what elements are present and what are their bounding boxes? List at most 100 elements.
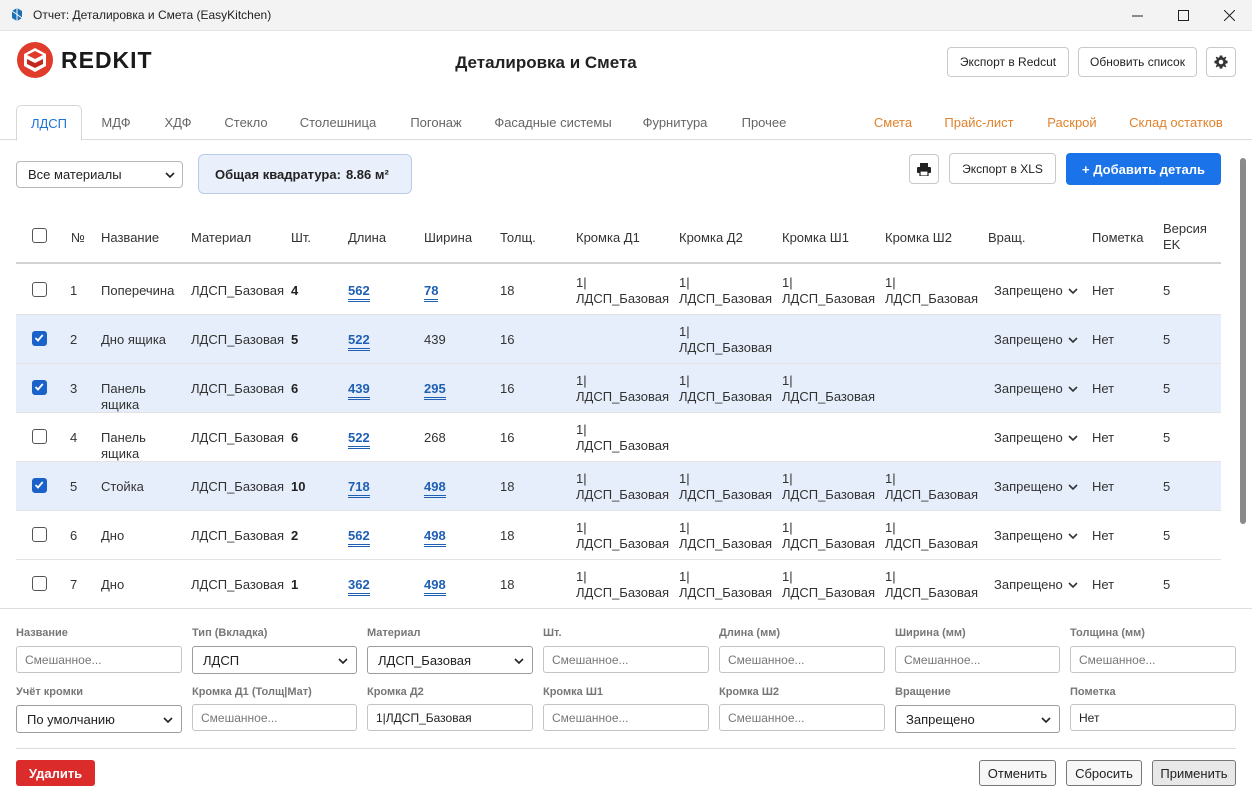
tab-mdf[interactable]: МДФ <box>90 105 142 140</box>
row-checkbox[interactable] <box>32 527 47 542</box>
col-length[interactable]: Длина <box>348 230 386 246</box>
row-checkbox[interactable] <box>32 576 47 591</box>
type-select[interactable]: ЛДСП <box>192 646 357 674</box>
tab-countertop[interactable]: Столешница <box>286 105 390 140</box>
tab-estimate[interactable]: Смета <box>863 105 923 140</box>
note-input[interactable]: Нет <box>1070 704 1236 731</box>
table-row[interactable]: 1 Поперечина ЛДСП_Базовая 4 562 78 18 1| ЛДСП_Ба… <box>16 266 1221 315</box>
row-version: 5 <box>1163 430 1171 445</box>
col-edge-w2[interactable]: Кромка Ш2 <box>885 230 952 246</box>
maximize-button[interactable] <box>1160 0 1206 31</box>
export-redcut-button[interactable]: Экспорт в Redcut <box>947 47 1069 77</box>
tab-ldsp[interactable]: ЛДСП <box>16 105 82 141</box>
print-button[interactable] <box>909 154 939 184</box>
tab-molding[interactable]: Погонаж <box>398 105 474 140</box>
row-length-link[interactable]: 362 <box>348 578 370 596</box>
tab-hardware[interactable]: Фурнитура <box>632 105 718 140</box>
col-rotation[interactable]: Вращ. <box>988 230 1025 246</box>
col-version[interactable]: Версия EK <box>1163 221 1213 253</box>
table-row[interactable]: 4 Панель ящика ЛДСП_Базовая 6 522 268 16 1| ЛДСП… <box>16 413 1221 462</box>
name-input[interactable]: Смешанное... <box>16 646 182 673</box>
minimize-button[interactable] <box>1114 0 1160 31</box>
material-select[interactable]: ЛДСП_Базовая <box>367 646 533 674</box>
add-detail-button[interactable]: + Добавить деталь <box>1066 153 1221 185</box>
table-row[interactable]: 6 Дно ЛДСП_Базовая 2 562 498 18 1| ЛДСП_Базовая 1… <box>16 511 1221 560</box>
thickness-input[interactable]: Смешанное... <box>1070 646 1236 673</box>
row-rotation-select[interactable]: Запрещено <box>994 479 1078 494</box>
col-material[interactable]: Материал <box>191 230 251 246</box>
row-length-link[interactable]: 522 <box>348 431 370 449</box>
col-edge-w1[interactable]: Кромка Ш1 <box>782 230 849 246</box>
row-rotation-select[interactable]: Запрещено <box>994 332 1078 347</box>
tab-glass[interactable]: Стекло <box>214 105 278 140</box>
qty-input[interactable]: Смешанное... <box>543 646 709 673</box>
col-num[interactable]: № <box>71 230 85 246</box>
row-checkbox[interactable] <box>32 429 47 444</box>
col-edge-d1[interactable]: Кромка Д1 <box>576 230 640 246</box>
settings-button[interactable] <box>1206 47 1236 77</box>
rotation-select[interactable]: Запрещено <box>895 705 1060 733</box>
width-input[interactable]: Смешанное... <box>895 646 1060 673</box>
qty-label: Шт. <box>543 627 562 639</box>
delete-button[interactable]: Удалить <box>16 760 95 786</box>
refresh-list-button[interactable]: Обновить список <box>1078 47 1197 77</box>
row-name: Панель ящика <box>101 381 146 412</box>
tab-price-list[interactable]: Прайс-лист <box>933 105 1025 140</box>
table-row[interactable]: 7 Дно ЛДСП_Базовая 1 362 498 18 1| ЛДСП_Базовая 1… <box>16 560 1221 608</box>
row-length-link[interactable]: 439 <box>348 382 370 400</box>
table-scrollbar[interactable] <box>1238 152 1247 602</box>
row-length-link[interactable]: 522 <box>348 333 370 351</box>
row-rotation-select[interactable]: Запрещено <box>994 577 1078 592</box>
row-width-link[interactable]: 295 <box>424 382 446 400</box>
row-width-link[interactable]: 78 <box>424 284 439 302</box>
row-edge-w2: 1| ЛДСП_Базовая <box>885 569 978 600</box>
tab-hdf[interactable]: ХДФ <box>150 105 206 140</box>
close-button[interactable] <box>1206 0 1252 31</box>
edge-w2-label: Кромка Ш2 <box>719 686 779 698</box>
col-thickness[interactable]: Толщ. <box>500 230 536 246</box>
tab-cutting[interactable]: Раскрой <box>1035 105 1109 140</box>
scrollbar-thumb[interactable] <box>1240 158 1246 524</box>
edge-w2-input[interactable]: Смешанное... <box>719 704 885 731</box>
row-length-link[interactable]: 562 <box>348 529 370 547</box>
row-material: ЛДСП_Базовая <box>191 283 284 298</box>
table-row[interactable]: 2 Дно ящика ЛДСП_Базовая 5 522 439 16 1| ЛДСП_Ба… <box>16 315 1221 364</box>
reset-button[interactable]: Сбросить <box>1066 760 1142 786</box>
col-edge-d2[interactable]: Кромка Д2 <box>679 230 743 246</box>
row-length-link[interactable]: 718 <box>348 480 370 498</box>
edge-mode-select[interactable]: По умолчанию <box>16 705 182 733</box>
tab-other[interactable]: Прочее <box>726 105 802 140</box>
row-rotation-select[interactable]: Запрещено <box>994 430 1078 445</box>
col-name[interactable]: Название <box>101 230 159 246</box>
apply-button[interactable]: Применить <box>1152 760 1236 786</box>
tab-remnants-stock[interactable]: Склад остатков <box>1119 105 1233 140</box>
length-input[interactable]: Смешанное... <box>719 646 885 673</box>
details-table: № Название Материал Шт. Длина Ширина Тол… <box>16 212 1221 608</box>
row-length-link[interactable]: 562 <box>348 284 370 302</box>
row-width-link[interactable]: 498 <box>424 578 446 596</box>
row-checkbox[interactable] <box>32 380 47 395</box>
edge-d2-input[interactable]: 1|ЛДСП_Базовая <box>367 704 533 731</box>
col-note[interactable]: Пометка <box>1092 230 1143 246</box>
row-rotation-select[interactable]: Запрещено <box>994 283 1078 298</box>
col-qty[interactable]: Шт. <box>291 230 311 246</box>
table-row[interactable]: 5 Стойка ЛДСП_Базовая 10 718 498 18 1| ЛДСП_Базо… <box>16 462 1221 511</box>
row-width-link[interactable]: 498 <box>424 480 446 498</box>
select-all-checkbox[interactable] <box>32 228 47 243</box>
tab-facade-systems[interactable]: Фасадные системы <box>482 105 624 140</box>
row-rotation-select[interactable]: Запрещено <box>994 381 1078 396</box>
row-rotation-select[interactable]: Запрещено <box>994 528 1078 543</box>
table-row[interactable]: 3 Панель ящика ЛДСП_Базовая 6 439 295 16 1| ЛДСП… <box>16 364 1221 413</box>
cancel-button[interactable]: Отменить <box>979 760 1056 786</box>
edge-w1-input[interactable]: Смешанное... <box>543 704 709 731</box>
export-xls-button[interactable]: Экспорт в XLS <box>949 153 1056 184</box>
col-width[interactable]: Ширина <box>424 230 472 246</box>
row-checkbox[interactable] <box>32 331 47 346</box>
material-filter-select[interactable]: Все материалы <box>16 161 183 188</box>
row-material: ЛДСП_Базовая <box>191 528 284 543</box>
row-checkbox[interactable] <box>32 282 47 297</box>
row-edge-d2: 1| ЛДСП_Базовая <box>679 275 772 306</box>
edge-d1-input[interactable]: Смешанное... <box>192 704 357 731</box>
row-checkbox[interactable] <box>32 478 47 493</box>
row-width-link[interactable]: 498 <box>424 529 446 547</box>
